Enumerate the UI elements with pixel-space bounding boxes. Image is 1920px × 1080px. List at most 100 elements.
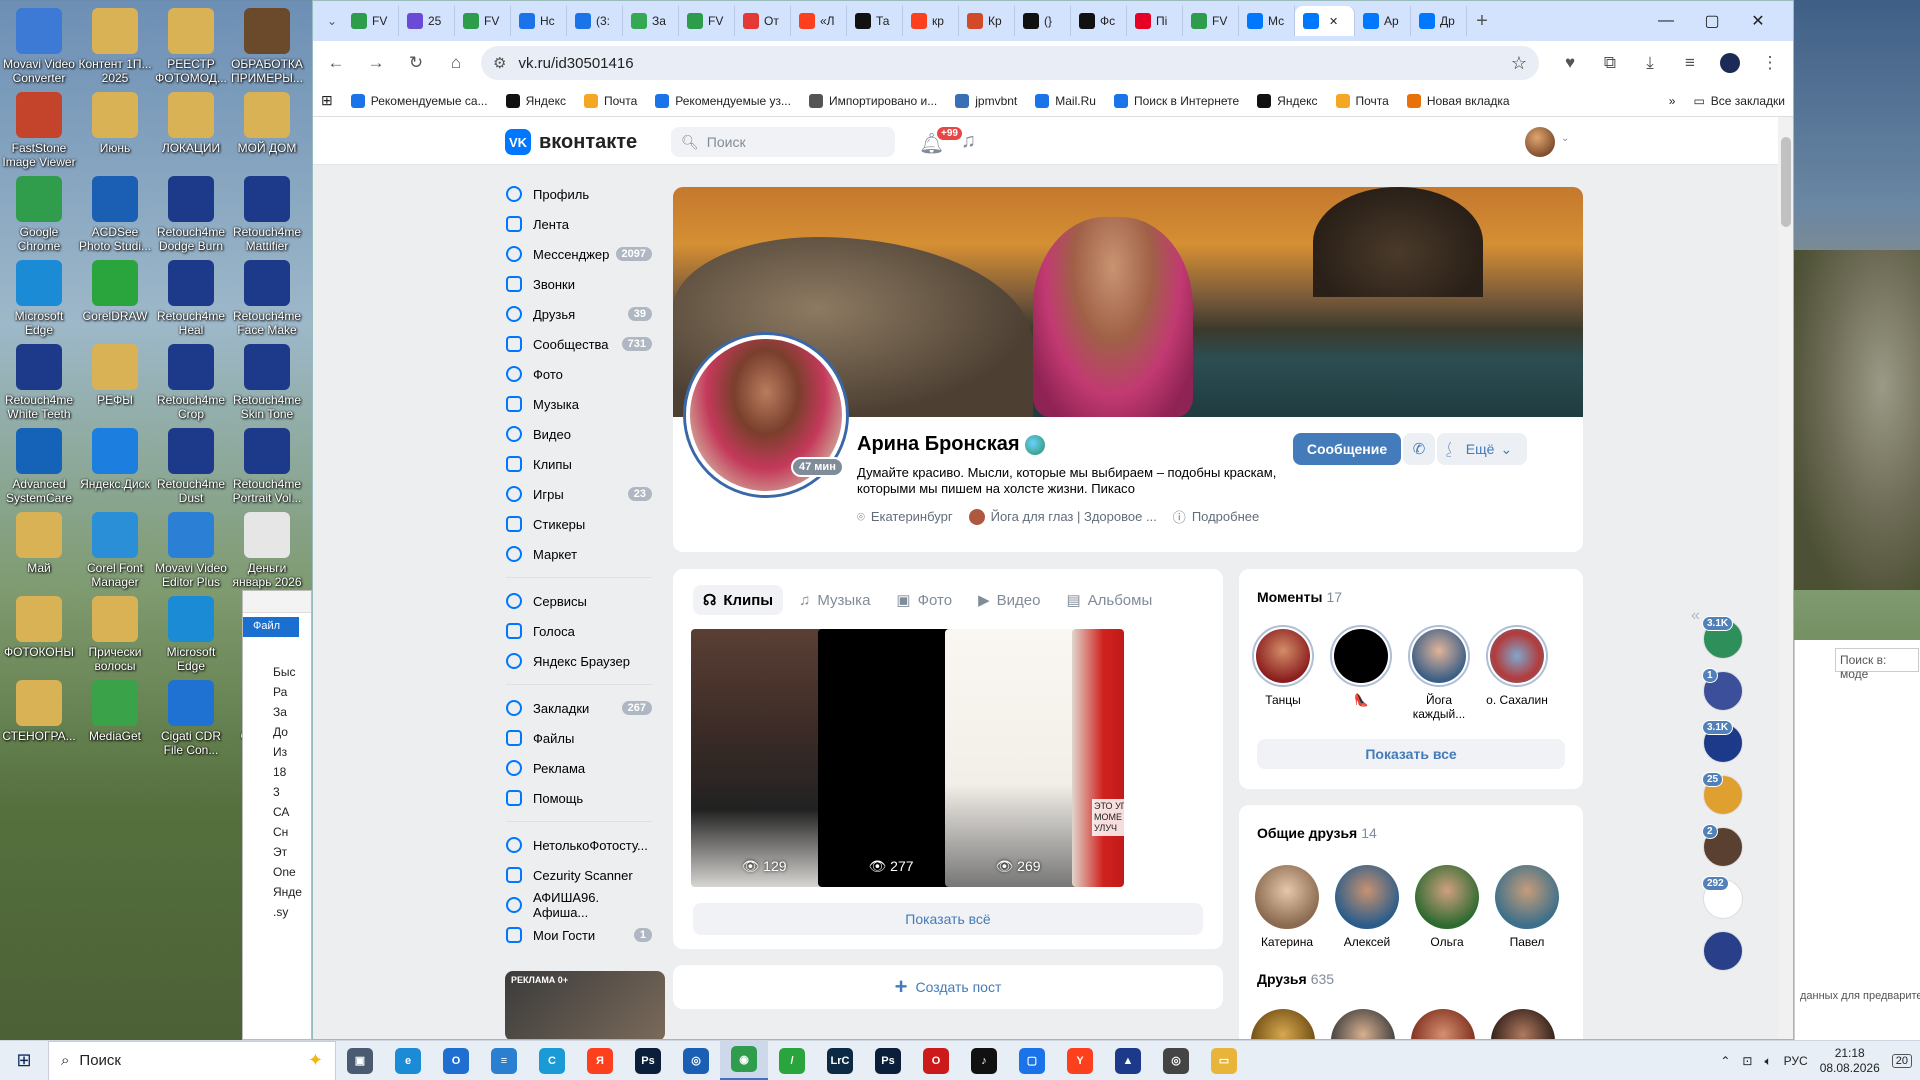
nav-item[interactable]: Cezurity Scanner (506, 860, 652, 890)
explorer-nav-item[interactable]: 18 (273, 765, 286, 779)
browser-tab[interactable]: FV (1183, 6, 1239, 36)
nav-item[interactable]: Стикеры (506, 509, 652, 539)
taskbar-outlook-icon[interactable]: O (432, 1041, 480, 1080)
forward-button[interactable]: → (361, 48, 391, 78)
scrollbar-thumb[interactable] (1781, 137, 1791, 227)
browser-tab[interactable]: От (735, 6, 791, 36)
all-friends-title[interactable]: Друзья 635 (1257, 971, 1334, 987)
clip-card[interactable]: 👁︎ 129 (691, 629, 837, 887)
nav-item[interactable]: Клипы (506, 449, 652, 479)
nav-item[interactable]: АФИША96. Афиша... (506, 890, 652, 920)
bookmark-star-icon[interactable]: ☆ (1511, 53, 1527, 74)
browser-tab[interactable]: FV (455, 6, 511, 36)
desktop-icon[interactable]: СТЕНОГРА... (0, 680, 78, 743)
browser-tab[interactable]: Пі (1127, 6, 1183, 36)
desktop-icon[interactable]: Май (0, 512, 78, 575)
taskbar-chrome-icon[interactable]: ◉ (720, 1040, 768, 1080)
desktop-icon[interactable]: Retouch4me Face Make (228, 260, 306, 337)
explorer-nav-item[interactable]: СА (273, 805, 289, 819)
desktop-icon[interactable]: Cigati CDR File Con... (152, 680, 230, 757)
explorer-nav-item[interactable]: Сн (273, 825, 288, 839)
browser-tab[interactable]: FV (679, 6, 735, 36)
browser-tab[interactable]: Др (1411, 6, 1467, 36)
explorer-nav-item[interactable]: 3 (273, 785, 280, 799)
browser-tab[interactable]: (3: (567, 6, 623, 36)
browser-tab[interactable]: Фс (1071, 6, 1127, 36)
explorer-nav-item[interactable]: Янде (273, 885, 302, 899)
moment-item[interactable]: 👠 (1325, 625, 1397, 707)
media-tab[interactable]: ☊ Клипы (693, 585, 784, 615)
desktop-icon[interactable]: Retouch4me Skin Tone (228, 344, 306, 421)
chevron-down-icon[interactable]: ⌄ (1561, 133, 1569, 144)
friend-item[interactable]: Ольга (1411, 865, 1483, 949)
browser-tab[interactable]: Мс (1239, 6, 1295, 36)
page-scrollbar[interactable] (1778, 117, 1793, 1039)
clock[interactable]: 21:18 08.08.2026 (1820, 1046, 1880, 1076)
desktop-icon[interactable]: Яндекс.Диск (76, 428, 154, 491)
explorer-nav-item[interactable]: Ра (273, 685, 287, 699)
message-button[interactable]: Сообщение (1293, 433, 1401, 465)
desktop-icon[interactable]: Retouch4me Dodge Burn (152, 176, 230, 253)
nav-item[interactable]: Фото (506, 359, 652, 389)
chat-avatar[interactable]: 292 (1702, 876, 1743, 919)
explorer-nav-item[interactable]: До (273, 725, 288, 739)
vk-search-input[interactable]: 🔍︎ Поиск (671, 127, 895, 157)
bookmark-item[interactable]: Mail.Ru (1035, 93, 1096, 108)
desktop-icon[interactable]: ФОТОКОНЫ (0, 596, 78, 659)
taskbar-tiktok-icon[interactable]: ♪ (960, 1041, 1008, 1080)
moment-item[interactable]: Танцы (1247, 625, 1319, 707)
desktop-icon[interactable]: Retouch4me Portrait Vol... (228, 428, 306, 505)
desktop-icon[interactable]: ЛОКАЦИИ (152, 92, 230, 155)
explorer-nav-item[interactable]: Из (273, 745, 287, 759)
taskbar-yandex-browser-icon[interactable]: Y (1056, 1041, 1104, 1080)
nav-item[interactable]: Сервисы (506, 586, 652, 616)
profile-group[interactable]: Йога для глаз | Здоровое ... (968, 507, 1157, 526)
taskbar-edge-icon[interactable]: e (384, 1041, 432, 1080)
friend-avatar[interactable] (1411, 1009, 1475, 1039)
friend-item[interactable]: Алексей (1331, 865, 1403, 949)
browser-tab[interactable]: (} (1015, 6, 1071, 36)
desktop-icon[interactable]: Microsoft Edge (152, 596, 230, 673)
maximize-button[interactable]: ▢ (1689, 1, 1735, 41)
desktop-icon[interactable]: Movavi Video Converter (0, 8, 78, 85)
moment-item[interactable]: о. Сахалин (1481, 625, 1553, 707)
tab-search-button[interactable]: ⌄ (321, 6, 343, 36)
taskbar-files-icon[interactable]: ≡ (480, 1041, 528, 1080)
profile-heart-icon[interactable]: ♥ (1555, 48, 1585, 78)
tray-overflow-icon[interactable]: ⌃ (1720, 1054, 1730, 1068)
nav-item[interactable]: Закладки 267 (506, 693, 652, 723)
desktop-icon[interactable]: ACDSee Photo Studi... (76, 176, 154, 253)
desktop-icon[interactable]: Прически волосы (76, 596, 154, 673)
media-tab[interactable]: ▣ Фото (886, 585, 962, 615)
all-bookmarks-folder[interactable]: ▭ Все закладки (1693, 94, 1785, 108)
nav-item[interactable]: Голоса (506, 616, 652, 646)
explorer-nav-item[interactable]: Эт (273, 845, 287, 859)
desktop-icon[interactable]: Movavi Video Editor Plus (152, 512, 230, 589)
nav-item[interactable]: Видео (506, 419, 652, 449)
desktop-icon[interactable]: РЕЕСТР ФОТОМОД... (152, 8, 230, 85)
clip-card[interactable]: 👁︎ 277 (818, 629, 964, 887)
taskbar-retouch-icon[interactable]: ▲ (1104, 1041, 1152, 1080)
address-bar[interactable]: ⚙ vk.ru/id30501416 ☆ (481, 46, 1539, 80)
bookmark-item[interactable]: jpmvbnt (955, 93, 1017, 108)
chat-avatar[interactable]: 1 (1702, 668, 1743, 711)
desktop-icon[interactable]: МОЙ ДОМ (228, 92, 306, 155)
nav-item[interactable]: Помощь (506, 783, 652, 813)
nav-item[interactable]: Сообщества 731 (506, 329, 652, 359)
friend-avatar[interactable] (1251, 1009, 1315, 1039)
desktop-icon[interactable]: Деньги январь 2026 (228, 512, 306, 589)
taskbar-lightroom-icon[interactable]: LrC (816, 1041, 864, 1080)
volume-icon[interactable]: 🔈︎ (1764, 1054, 1771, 1069)
nav-item[interactable]: Профиль (506, 179, 652, 209)
desktop-icon[interactable]: CorelDRAW (76, 260, 154, 323)
nav-item[interactable]: Мои Гости 1 (506, 920, 652, 950)
home-button[interactable]: ⌂ (441, 48, 471, 78)
apps-grid-icon[interactable]: ⊞ (321, 92, 333, 109)
taskbar-opera-icon[interactable]: O (912, 1041, 960, 1080)
taskbar-camera-icon[interactable]: ◎ (672, 1041, 720, 1080)
media-tab[interactable]: ▶ Видео (968, 585, 1050, 615)
bookmark-item[interactable]: Рекомендуемые са... (350, 93, 488, 108)
nav-item[interactable]: Файлы (506, 723, 652, 753)
back-button[interactable]: ← (321, 48, 351, 78)
desktop-icon[interactable]: Corel Font Manager (76, 512, 154, 589)
